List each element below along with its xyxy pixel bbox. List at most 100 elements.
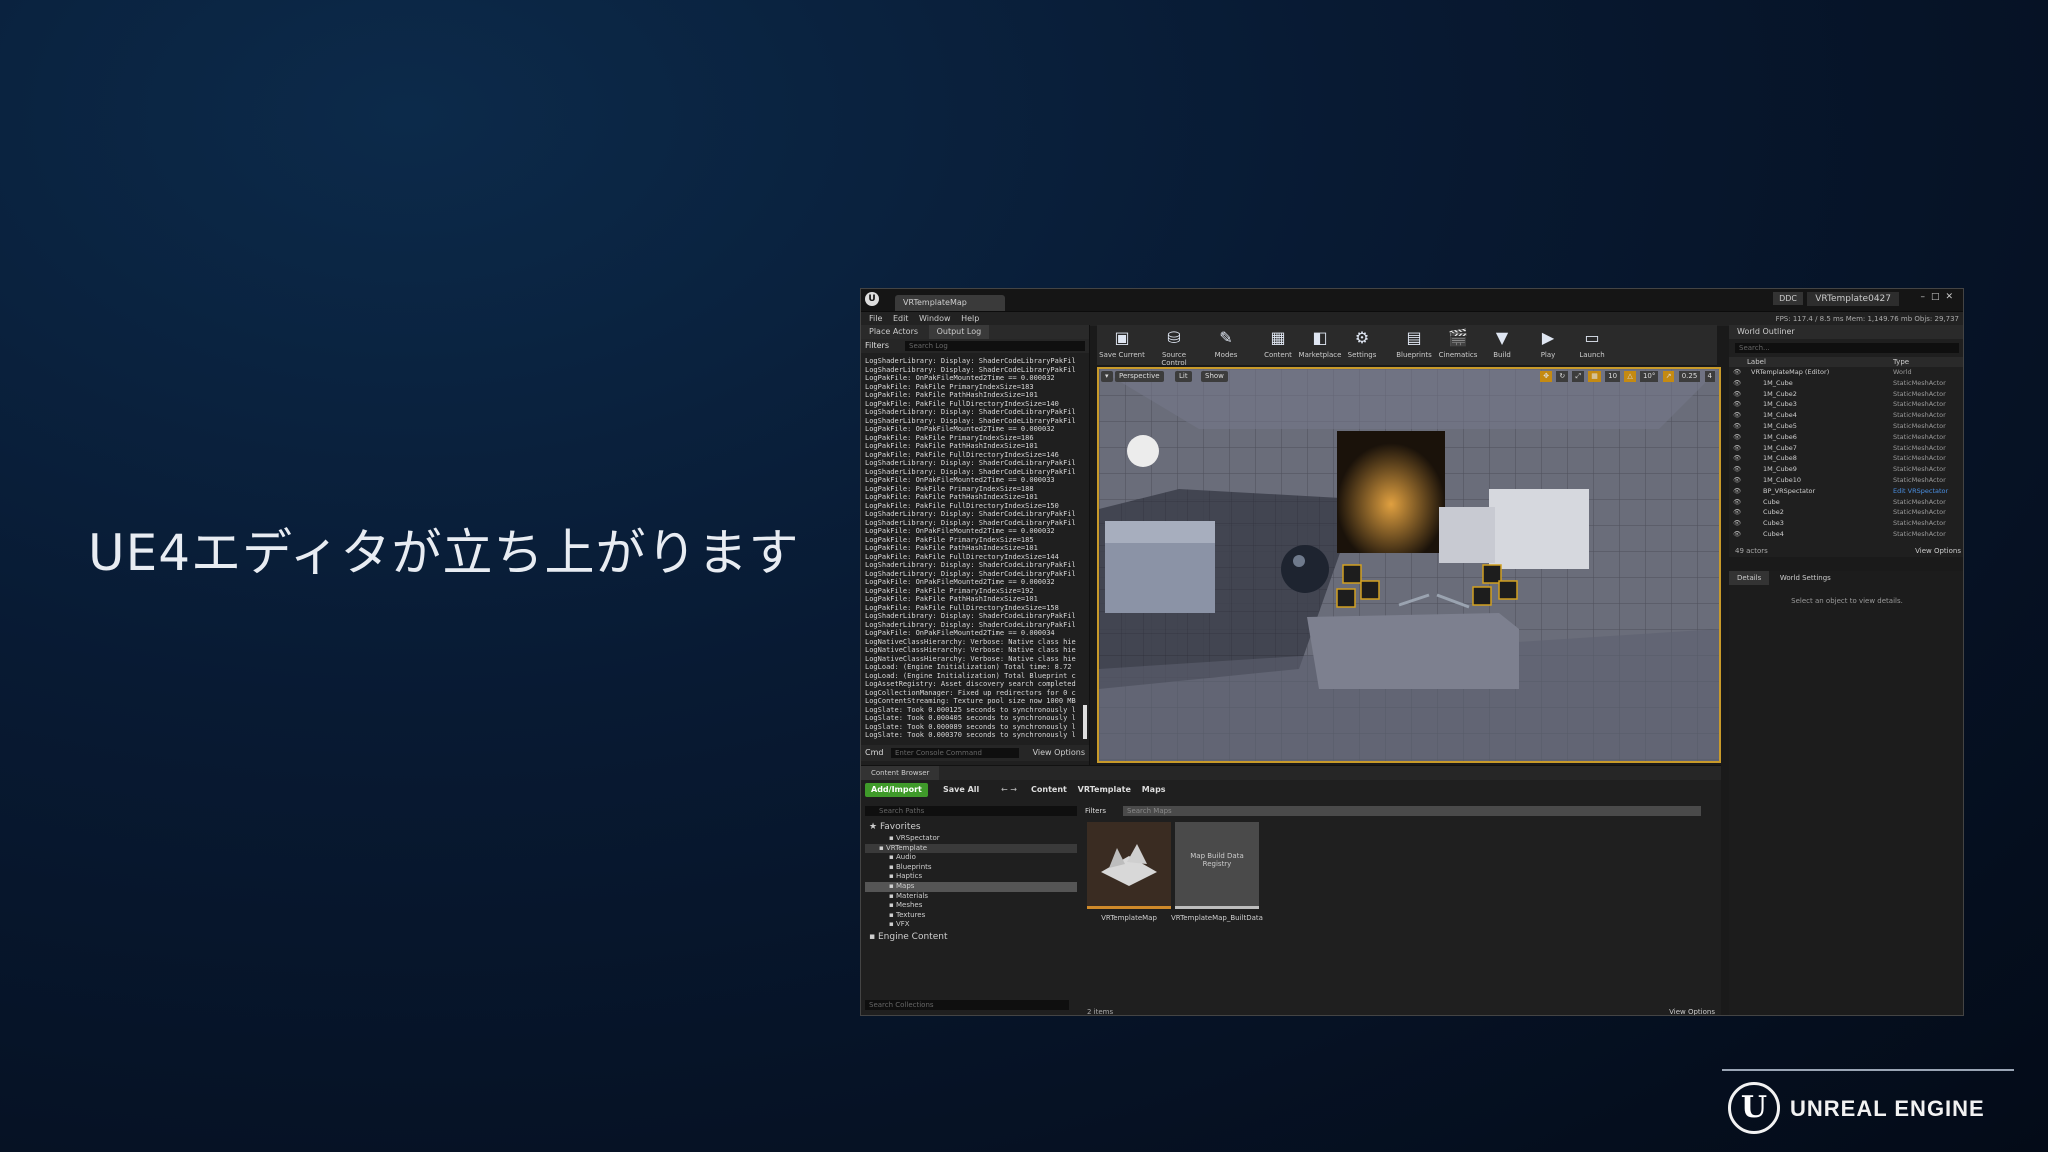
folder-tree-item[interactable]: ★ Favorites	[865, 820, 1077, 834]
camera-speed-value[interactable]: 4	[1704, 371, 1715, 382]
folder-tree-item[interactable]: ▪ Audio	[865, 853, 1077, 863]
toolbar-save-current-button[interactable]: ▣ Save Current	[1099, 327, 1145, 359]
map-tab[interactable]: VRTemplateMap	[895, 295, 1005, 311]
show-button[interactable]: Show	[1201, 371, 1228, 382]
folder-tree-item[interactable]: ▪ Maps	[865, 881, 1077, 892]
outliner-row[interactable]: 👁 VRTemplateMap (Editor) World	[1729, 367, 1963, 378]
log-filters-button[interactable]: Filters	[865, 339, 889, 353]
collections-search-input[interactable]: Search Collections	[865, 1000, 1069, 1010]
folder-tree-item[interactable]: ▪ VFX	[865, 920, 1077, 930]
folder-tree-item[interactable]: ▪ Blueprints	[865, 863, 1077, 873]
add-import-button[interactable]: Add/Import	[865, 783, 928, 797]
outliner-view-options[interactable]: View Options	[1915, 547, 1961, 555]
visibility-eye-icon[interactable]: 👁	[1733, 507, 1741, 518]
crumb-content[interactable]: Content	[1031, 785, 1067, 794]
outliner-row[interactable]: 👁 1M_Cube6 StaticMeshActor	[1729, 432, 1963, 443]
translate-icon[interactable]: ✥	[1540, 371, 1553, 382]
path-search-input[interactable]: Search Paths	[865, 806, 1077, 816]
folder-tree-item[interactable]: ▪ Haptics	[865, 872, 1077, 882]
toolbar-play-button[interactable]: ▶ Play	[1525, 327, 1571, 359]
outliner-row[interactable]: 👁 1M_Cube7 StaticMeshActor	[1729, 443, 1963, 454]
asset-tile-map[interactable]: VRTemplateMap	[1087, 822, 1171, 922]
perspective-button[interactable]: Perspective	[1115, 371, 1164, 382]
tab-world-settings[interactable]: World Settings	[1772, 571, 1839, 585]
crumb-maps[interactable]: Maps	[1142, 785, 1166, 794]
console-input[interactable]: Enter Console Command	[891, 748, 1019, 758]
asset-filters-button[interactable]: Filters	[1085, 806, 1106, 816]
viewport-menu-button[interactable]: ▾	[1101, 371, 1113, 382]
grid-snap-value[interactable]: 10	[1605, 371, 1621, 382]
toolbar-modes-button[interactable]: ✎ Modes	[1203, 327, 1249, 359]
outliner-row[interactable]: 👁 1M_Cube StaticMeshActor	[1729, 378, 1963, 389]
save-all-button[interactable]: Save All	[943, 783, 979, 797]
scale-icon[interactable]: ⤢	[1572, 371, 1585, 382]
outliner-row[interactable]: 👁 Cube3 StaticMeshActor	[1729, 518, 1963, 529]
log-view-options[interactable]: View Options	[1033, 745, 1085, 761]
tab-content-browser[interactable]: Content Browser	[861, 766, 940, 780]
toolbar-source-control-button[interactable]: ⛁ Source Control	[1151, 327, 1197, 367]
folder-tree-item[interactable]: ▪ Materials	[865, 892, 1077, 902]
outliner-row[interactable]: 👁 1M_Cube8 StaticMeshActor	[1729, 453, 1963, 464]
visibility-eye-icon[interactable]: 👁	[1733, 378, 1741, 389]
outliner-row[interactable]: 👁 1M_Cube9 StaticMeshActor	[1729, 464, 1963, 475]
outliner-row[interactable]: 👁 1M_Cube4 StaticMeshActor	[1729, 410, 1963, 421]
history-nav-icon[interactable]: ← →	[1001, 783, 1017, 797]
scale-snap-value[interactable]: 0.25	[1678, 371, 1701, 382]
lit-button[interactable]: Lit	[1175, 371, 1192, 382]
folder-tree-item[interactable]: ▪ VRTemplate	[865, 843, 1077, 854]
folder-tree-item[interactable]: ▪ Meshes	[865, 901, 1077, 911]
level-viewport[interactable]: ▾ Perspective Lit Show ✥ ↻ ⤢ ▦ 10 △ 10° …	[1097, 367, 1721, 763]
rotation-snap-icon[interactable]: △	[1624, 371, 1636, 382]
outliner-row[interactable]: 👁 1M_Cube3 StaticMeshActor	[1729, 399, 1963, 410]
visibility-eye-icon[interactable]: 👁	[1733, 497, 1741, 508]
folder-tree-item[interactable]: ▪ Engine Content	[865, 930, 1077, 944]
window-controls[interactable]: –□✕	[1920, 292, 1959, 302]
menu-file[interactable]: File	[869, 312, 882, 326]
tab-place-actors[interactable]: Place Actors	[861, 325, 926, 339]
toolbar-settings-button[interactable]: ⚙ Settings	[1339, 327, 1385, 359]
rotate-icon[interactable]: ↻	[1556, 371, 1569, 382]
visibility-eye-icon[interactable]: 👁	[1733, 432, 1741, 443]
log-search-input[interactable]: Search Log	[905, 341, 1085, 351]
ddc-indicator[interactable]: DDC	[1773, 292, 1803, 305]
visibility-eye-icon[interactable]: 👁	[1733, 453, 1741, 464]
tab-details[interactable]: Details	[1729, 571, 1770, 585]
outliner-row[interactable]: 👁 Cube StaticMeshActor	[1729, 497, 1963, 508]
toolbar-launch-button[interactable]: ▭ Launch	[1569, 327, 1615, 359]
col-label[interactable]: Label	[1747, 357, 1766, 367]
menu-help[interactable]: Help	[961, 312, 979, 326]
visibility-eye-icon[interactable]: 👁	[1733, 475, 1741, 486]
visibility-eye-icon[interactable]: 👁	[1733, 399, 1741, 410]
content-view-options[interactable]: View Options	[1669, 1008, 1715, 1015]
scale-snap-icon[interactable]: ↗	[1662, 371, 1675, 382]
outliner-row[interactable]: 👁 1M_Cube5 StaticMeshActor	[1729, 421, 1963, 432]
visibility-eye-icon[interactable]: 👁	[1733, 421, 1741, 432]
asset-search-input[interactable]: Search Maps	[1123, 806, 1701, 816]
toolbar-marketplace-button[interactable]: ◧ Marketplace	[1297, 327, 1343, 359]
visibility-eye-icon[interactable]: 👁	[1733, 443, 1741, 454]
visibility-eye-icon[interactable]: 👁	[1733, 518, 1741, 529]
outliner-row[interactable]: 👁 1M_Cube2 StaticMeshActor	[1729, 389, 1963, 400]
visibility-eye-icon[interactable]: 👁	[1733, 486, 1741, 497]
asset-tile-builtdata[interactable]: Map Build Data Registry VRTemplateMap_Bu…	[1171, 822, 1263, 922]
visibility-eye-icon[interactable]: 👁	[1733, 464, 1741, 475]
outliner-row[interactable]: 👁 BP_VRSpectator Edit VRSpectator	[1729, 486, 1963, 497]
folder-tree-item[interactable]: ▪ Textures	[865, 911, 1077, 921]
outliner-row-type[interactable]: Edit VRSpectator	[1893, 486, 1948, 497]
visibility-eye-icon[interactable]: 👁	[1733, 529, 1741, 540]
toolbar-blueprints-button[interactable]: ▤ Blueprints	[1391, 327, 1437, 359]
outliner-row[interactable]: 👁 Cube2 StaticMeshActor	[1729, 507, 1963, 518]
toolbar-cinematics-button[interactable]: 🎬 Cinematics	[1435, 327, 1481, 359]
log-scrollbar[interactable]	[1083, 705, 1087, 739]
outliner-row[interactable]: 👁 1M_Cube10 StaticMeshActor	[1729, 475, 1963, 486]
toolbar-content-button[interactable]: ▦ Content	[1255, 327, 1301, 359]
grid-snap-icon[interactable]: ▦	[1588, 371, 1601, 382]
outliner-row[interactable]: 👁 Cube4 StaticMeshActor	[1729, 529, 1963, 540]
col-type[interactable]: Type	[1893, 357, 1909, 367]
visibility-eye-icon[interactable]: 👁	[1733, 410, 1741, 421]
outliner-search-input[interactable]: Search...	[1735, 343, 1959, 353]
cmd-dropdown[interactable]: Cmd	[865, 745, 883, 761]
folder-tree-item[interactable]: ▪ VRSpectator	[865, 834, 1077, 844]
menu-edit[interactable]: Edit	[893, 312, 909, 326]
toolbar-build-button[interactable]: ▼ Build	[1479, 327, 1525, 359]
